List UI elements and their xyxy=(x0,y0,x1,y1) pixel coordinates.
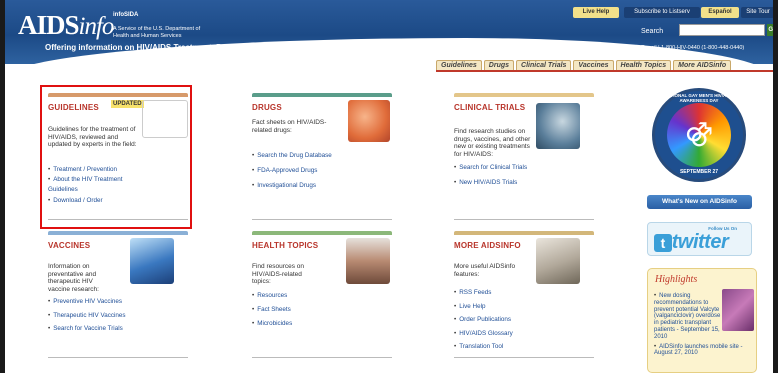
link-order-publications[interactable]: Order Publications xyxy=(454,313,584,327)
drugs-description: Fact sheets on HIV/AIDS-related drugs: xyxy=(252,119,327,134)
site-header: AIDSinfo infoSIDA A Service of the U.S. … xyxy=(5,0,773,64)
more-aidsinfo-card: MORE AIDSINFO More useful AIDSinfo featu… xyxy=(454,231,594,359)
rainbow-circle: ⚣ xyxy=(667,103,731,167)
link-fda-approved-drugs[interactable]: FDA-Approved Drugs xyxy=(252,163,382,178)
link-translation-tool[interactable]: Translation Tool xyxy=(454,340,584,354)
drugs-image xyxy=(348,100,390,142)
badge-text: NATIONAL GAY MEN'S HIV/AIDS AWARENESS DA… xyxy=(664,93,734,103)
health-topics-card: HEALTH TOPICS Find resources on HIV/AIDS… xyxy=(252,231,392,359)
contact-info[interactable]: E-mail | 1-800-HIV-0440 (1-800-448-0440) xyxy=(641,45,744,51)
logo-italic: info xyxy=(78,13,115,40)
drugs-title[interactable]: DRUGS xyxy=(252,103,282,112)
drugs-links: Search the Drug Database FDA-Approved Dr… xyxy=(252,148,382,193)
card-divider xyxy=(454,219,594,220)
whats-new-button[interactable]: What's New on AIDSinfo xyxy=(647,195,752,209)
health-topics-description: Find resources on HIV/AIDS-related topic… xyxy=(252,263,305,286)
card-bar xyxy=(454,93,594,97)
vaccines-title[interactable]: VACCINES xyxy=(48,241,90,250)
clinical-trials-description: Find research studies on drugs, vaccines… xyxy=(454,128,531,158)
espanol-button[interactable]: Español xyxy=(701,7,739,18)
tab-underline xyxy=(436,70,773,72)
health-topics-links: Resources Fact Sheets Microbicides xyxy=(252,289,382,331)
twitter-wordmark: twitter xyxy=(671,231,729,253)
link-therapeutic-vaccines[interactable]: Therapeutic HIV Vaccines xyxy=(48,309,178,323)
highlight-item[interactable]: New dosing recommendations to prevent po… xyxy=(654,293,752,341)
more-aidsinfo-image xyxy=(536,238,580,284)
highlight-item[interactable]: AIDSinfo launches mobile site - August 2… xyxy=(654,344,752,358)
clinical-trials-card: CLINICAL TRIALS Find research studies on… xyxy=(454,93,594,223)
subscribe-button[interactable]: Subscribe to Listserv xyxy=(624,7,700,18)
card-divider xyxy=(48,357,188,358)
link-investigational-drugs[interactable]: Investigational Drugs xyxy=(252,178,382,193)
vaccines-image xyxy=(130,238,174,284)
link-search-drug-database[interactable]: Search the Drug Database xyxy=(252,148,382,163)
card-bar xyxy=(454,231,594,235)
badge-date: SEPTEMBER 27 xyxy=(679,169,719,175)
male-symbol-icon: ⚣ xyxy=(684,117,714,147)
twitter-follow-button[interactable]: Follow Us On t twitter xyxy=(647,222,752,256)
link-live-help[interactable]: Live Help xyxy=(454,300,584,314)
card-bar xyxy=(48,231,188,235)
hhs-service-text: A Service of the U.S. Department of Heal… xyxy=(113,26,201,39)
link-new-hiv-trials[interactable]: New HIV/AIDS Trials xyxy=(454,175,584,190)
link-fact-sheets[interactable]: Fact Sheets xyxy=(252,303,382,317)
live-help-button[interactable]: Live Help xyxy=(573,7,619,18)
card-divider xyxy=(252,219,392,220)
card-divider xyxy=(454,357,594,358)
clinical-trials-title[interactable]: CLINICAL TRIALS xyxy=(454,103,525,112)
drugs-card: DRUGS Fact sheets on HIV/AIDS-related dr… xyxy=(252,93,392,223)
logo-main: AIDS xyxy=(18,10,80,40)
link-search-clinical-trials[interactable]: Search for Clinical Trials xyxy=(454,160,584,175)
card-divider xyxy=(252,357,392,358)
more-aidsinfo-links: RSS Feeds Live Help Order Publications H… xyxy=(454,286,584,354)
search-input[interactable] xyxy=(679,24,765,36)
guidelines-highlight-box xyxy=(40,85,192,229)
link-preventive-vaccines[interactable]: Preventive HIV Vaccines xyxy=(48,295,178,309)
card-bar xyxy=(252,231,392,235)
search-label: Search xyxy=(641,28,664,35)
more-aidsinfo-description: More useful AIDSinfo features: xyxy=(454,263,516,278)
search-go-button[interactable]: Go xyxy=(767,24,773,36)
highlights-title: Highlights xyxy=(655,274,698,285)
card-bar xyxy=(252,93,392,97)
highlights-list: New dosing recommendations to prevent po… xyxy=(654,293,752,360)
infosida-logo[interactable]: infoSIDA xyxy=(113,12,138,18)
window-frame-right xyxy=(773,0,778,373)
link-hiv-aids-glossary[interactable]: HIV/AIDS Glossary xyxy=(454,327,584,341)
health-topics-title[interactable]: HEALTH TOPICS xyxy=(252,241,318,250)
link-resources[interactable]: Resources xyxy=(252,289,382,303)
site-tour-button[interactable]: Site Tour xyxy=(741,7,773,18)
more-aidsinfo-title[interactable]: MORE AIDSINFO xyxy=(454,241,521,250)
link-search-vaccine-trials[interactable]: Search for Vaccine Trials xyxy=(48,322,178,336)
health-topics-image xyxy=(346,238,390,284)
link-rss-feeds[interactable]: RSS Feeds xyxy=(454,286,584,300)
vaccines-links: Preventive HIV Vaccines Therapeutic HIV … xyxy=(48,295,178,336)
clinical-trials-links: Search for Clinical Trials New HIV/AIDS … xyxy=(454,160,584,190)
awareness-day-badge[interactable]: NATIONAL GAY MEN'S HIV/AIDS AWARENESS DA… xyxy=(652,88,746,182)
link-microbicides[interactable]: Microbicides xyxy=(252,317,382,331)
highlights-panel: Highlights New dosing recommendations to… xyxy=(647,268,757,373)
vaccines-card: VACCINES Information on preventative and… xyxy=(48,231,188,359)
site-tagline: Offering information on HIV/AIDS Treatme… xyxy=(45,43,315,52)
vaccines-description: Information on preventative and therapeu… xyxy=(48,263,99,293)
site-logo[interactable]: AIDSinfo xyxy=(18,10,115,41)
clinical-trials-image xyxy=(536,103,580,149)
